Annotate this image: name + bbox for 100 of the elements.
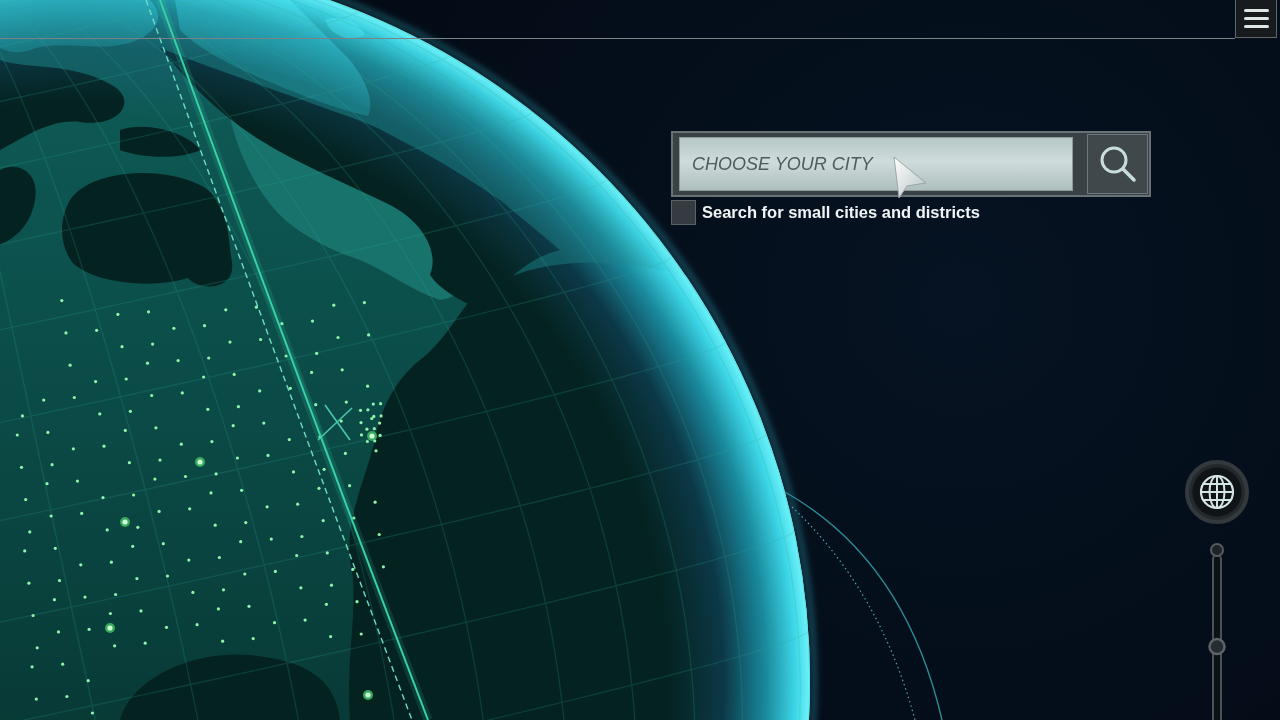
city-light-dot bbox=[324, 602, 328, 606]
slider-thumb[interactable] bbox=[1208, 637, 1226, 656]
city-light-dot bbox=[206, 407, 210, 411]
city-light-dot bbox=[128, 409, 132, 413]
city-light-dot bbox=[371, 402, 375, 406]
city-light-dot bbox=[143, 641, 147, 645]
city-light-dot bbox=[61, 662, 65, 666]
city-light-dot bbox=[351, 567, 355, 571]
city-light-dot bbox=[210, 440, 214, 444]
city-light-dot bbox=[329, 583, 334, 587]
city-light-dot bbox=[132, 493, 136, 497]
city-light-dot bbox=[187, 558, 191, 562]
city-light-dot bbox=[176, 359, 180, 363]
city-light-dot bbox=[180, 391, 184, 395]
city-light-dot bbox=[42, 398, 46, 402]
city-light-dot bbox=[86, 679, 90, 683]
city-light-dot bbox=[23, 549, 27, 553]
city-light-dot bbox=[299, 586, 303, 590]
city-light-dot bbox=[381, 565, 385, 569]
city-light-dot bbox=[108, 611, 112, 616]
city-light-dot bbox=[209, 491, 213, 495]
city-light-dot bbox=[145, 361, 150, 365]
city-light-dot bbox=[280, 322, 284, 326]
city-light-dot bbox=[251, 637, 255, 641]
city-light-dot bbox=[116, 312, 120, 316]
city-light-dot bbox=[135, 577, 139, 581]
city-light-dot bbox=[165, 574, 170, 578]
city-light-dot bbox=[259, 337, 263, 342]
city-light-dot bbox=[50, 463, 54, 467]
city-light-dot bbox=[188, 507, 192, 511]
city-light-dot bbox=[374, 449, 378, 453]
city-light-dot bbox=[310, 370, 314, 374]
city-light-dot bbox=[19, 465, 24, 469]
city-light-dot bbox=[114, 592, 118, 597]
city-light-dot bbox=[247, 604, 251, 608]
city-light-dot bbox=[359, 632, 363, 636]
city-light-dot bbox=[332, 303, 336, 307]
city-light-dot bbox=[79, 563, 83, 567]
city-light-dot bbox=[352, 516, 356, 520]
city-light-dot bbox=[20, 414, 24, 418]
city-light-dot bbox=[367, 333, 371, 337]
city-light-dot bbox=[202, 324, 207, 328]
city-light-dot bbox=[123, 428, 127, 432]
city-light-dot bbox=[377, 532, 381, 537]
city-light-dot bbox=[72, 395, 76, 400]
city-light-dot bbox=[366, 408, 370, 412]
city-light-dot bbox=[34, 697, 38, 701]
city-light-dot bbox=[358, 408, 363, 412]
checkbox[interactable] bbox=[671, 200, 696, 225]
city-light-dot bbox=[236, 405, 240, 409]
city-light-dot bbox=[348, 484, 352, 488]
city-light-dot bbox=[98, 412, 102, 416]
menu-icon bbox=[1243, 9, 1269, 28]
city-light-dot bbox=[120, 345, 124, 349]
city-light-dot bbox=[284, 354, 288, 358]
city-light-dot bbox=[322, 467, 326, 471]
city-light-dot bbox=[228, 340, 232, 344]
city-light-dot bbox=[146, 310, 151, 314]
menu-button[interactable] bbox=[1235, 0, 1277, 38]
mouse-pointer-icon bbox=[893, 156, 927, 199]
city-light-dot bbox=[102, 444, 106, 448]
city-light-dot bbox=[317, 486, 321, 490]
checkbox-label: Search for small cities and districts bbox=[702, 203, 980, 222]
city-light-dot bbox=[355, 600, 359, 604]
city-light-dot bbox=[151, 342, 155, 346]
city-light-dot bbox=[101, 496, 105, 500]
city-light-dot bbox=[56, 630, 61, 634]
city-light-dot bbox=[318, 435, 322, 439]
city-light-dot bbox=[239, 540, 243, 544]
light-glow bbox=[367, 431, 377, 441]
city-light-dot bbox=[53, 546, 57, 550]
city-light-dot bbox=[378, 421, 382, 425]
city-light-dot bbox=[366, 384, 370, 388]
city-light-dot bbox=[336, 335, 340, 340]
city-light-dot bbox=[272, 621, 277, 625]
city-light-dot bbox=[258, 389, 262, 393]
city-light-dot bbox=[139, 609, 143, 613]
city-light-dot bbox=[127, 461, 131, 465]
city-light-dot bbox=[339, 419, 343, 423]
city-light-dot bbox=[213, 523, 217, 527]
city-light-dot bbox=[95, 328, 99, 332]
city-light-dot bbox=[154, 426, 158, 430]
city-light-dot bbox=[105, 528, 109, 532]
search-button[interactable] bbox=[1087, 134, 1148, 194]
city-light-dot bbox=[315, 351, 319, 355]
city-light-dot bbox=[244, 521, 248, 525]
light-glow bbox=[105, 623, 115, 633]
city-light-dot bbox=[221, 639, 225, 643]
city-light-dot bbox=[224, 308, 228, 312]
city-light-dot bbox=[60, 299, 64, 303]
city-light-dot bbox=[65, 694, 69, 699]
city-light-dot bbox=[153, 477, 157, 481]
city-light-dot bbox=[373, 500, 377, 504]
city-light-dot bbox=[49, 514, 53, 518]
city-light-dot bbox=[124, 377, 128, 381]
city-light-dot bbox=[131, 544, 135, 548]
slider-track[interactable] bbox=[1208, 543, 1226, 720]
city-light-dot bbox=[216, 607, 220, 611]
city-light-dot bbox=[191, 590, 195, 594]
search-icon bbox=[1098, 145, 1137, 183]
